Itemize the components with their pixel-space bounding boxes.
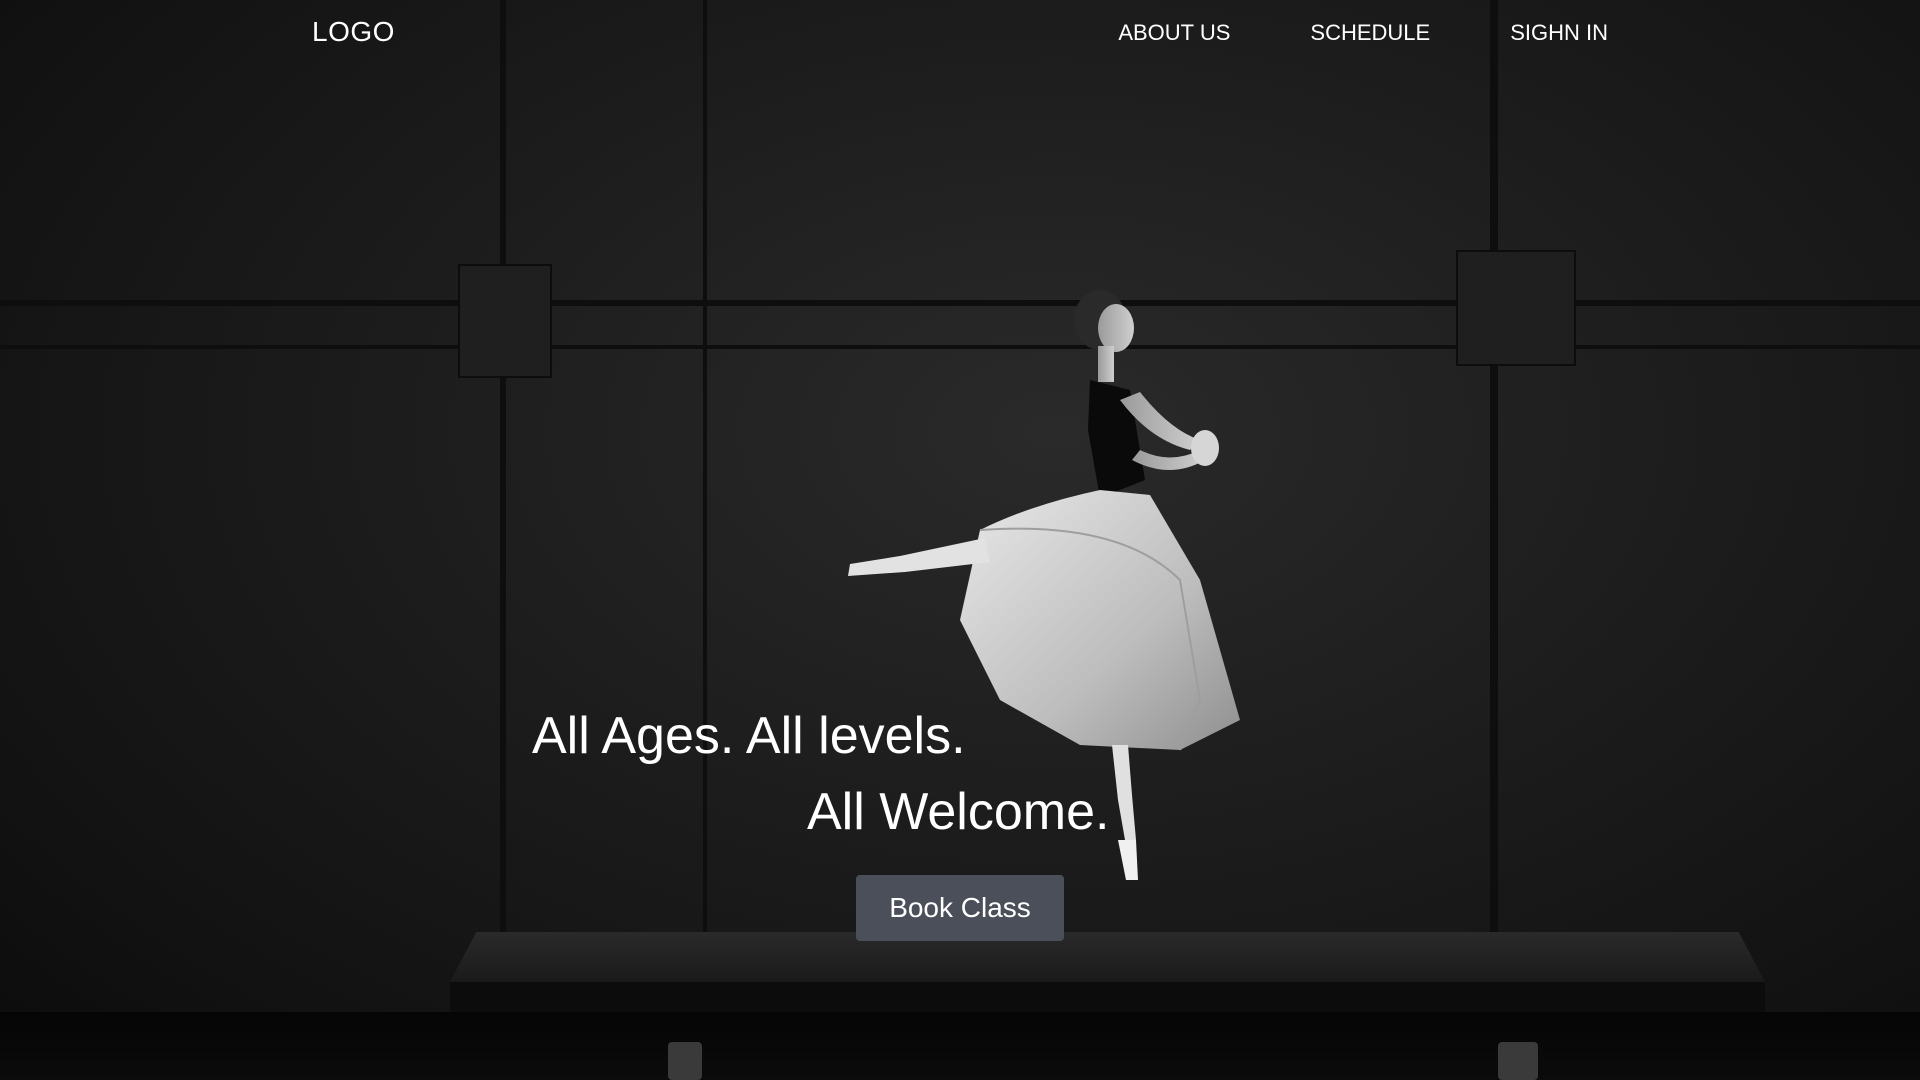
logo[interactable]: LOGO bbox=[312, 16, 395, 48]
backdrop-bracket bbox=[458, 264, 552, 378]
ballerina-image bbox=[848, 290, 1240, 880]
stage-wheel bbox=[1498, 1042, 1538, 1080]
nav-link-about-us[interactable]: ABOUT US bbox=[1118, 20, 1230, 46]
stage-front bbox=[450, 982, 1765, 1012]
hero-headline-line-1: All Ages. All levels. bbox=[532, 707, 966, 765]
stage-wheel bbox=[668, 1042, 702, 1080]
backdrop-bracket bbox=[1456, 250, 1576, 366]
backdrop-post bbox=[500, 0, 506, 1000]
floor bbox=[0, 1012, 1920, 1080]
hero-headline-line-2: All Welcome. bbox=[807, 783, 1110, 841]
hero-section: LOGO ABOUT US SCHEDULE SIGHN IN All Ages… bbox=[0, 0, 1920, 1080]
nav-link-schedule[interactable]: SCHEDULE bbox=[1310, 20, 1430, 46]
backdrop-post bbox=[1490, 0, 1498, 1000]
main-nav: ABOUT US SCHEDULE SIGHN IN bbox=[1118, 20, 1608, 46]
nav-link-sign-in[interactable]: SIGHN IN bbox=[1510, 20, 1608, 46]
book-class-button[interactable]: Book Class bbox=[856, 875, 1064, 941]
